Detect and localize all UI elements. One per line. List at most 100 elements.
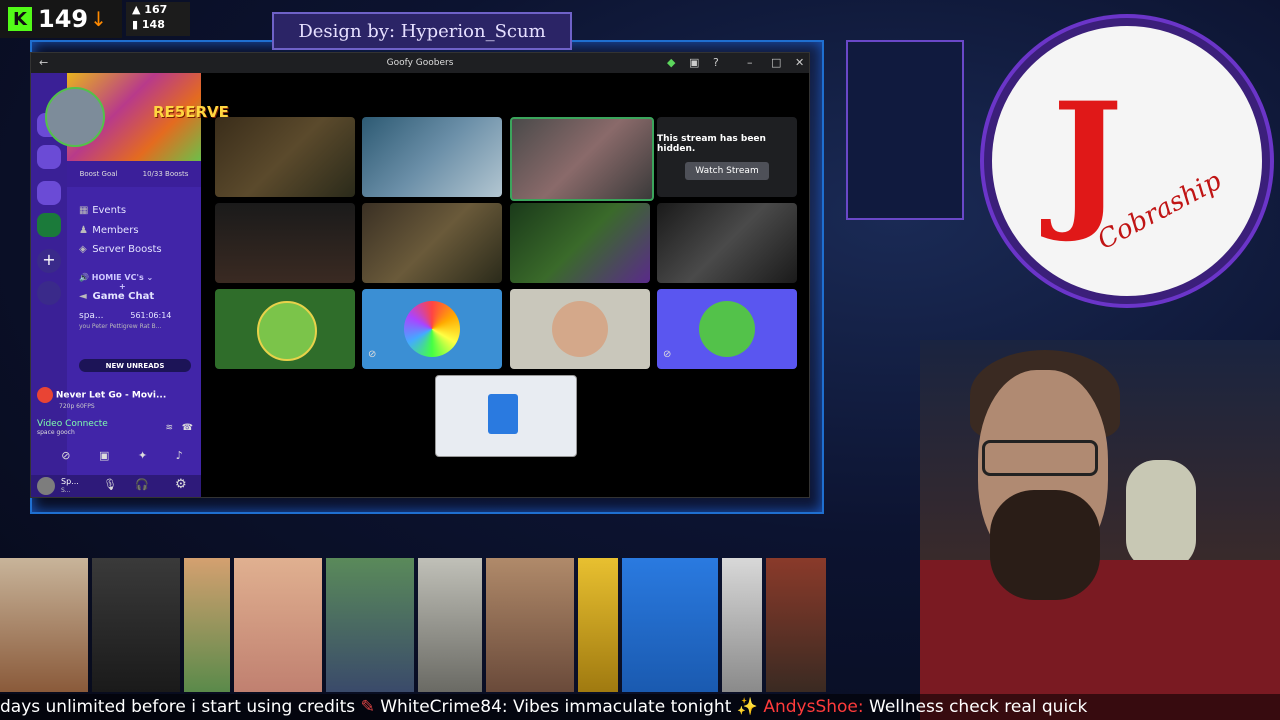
user-tile[interactable]	[510, 289, 650, 369]
activity-panel: Never Let Go - Movi... 720p 60FPS	[37, 387, 199, 413]
user-name: Sp...	[61, 477, 79, 486]
avatar[interactable]	[37, 477, 55, 495]
connection-title: Video Connecte	[37, 419, 108, 429]
connection-sub: space gooch	[37, 429, 75, 436]
voice-user-time: 561:06:14	[130, 311, 172, 320]
maximize-icon[interactable]: □	[771, 56, 781, 69]
user-tile[interactable]	[435, 375, 577, 457]
stream-tile-active[interactable]	[510, 117, 654, 201]
avatar	[404, 301, 460, 357]
settings-gear-icon[interactable]: ⚙	[175, 477, 187, 492]
voice-connection-panel: Video Connecte space gooch ≋ ☎	[37, 419, 199, 441]
add-server-icon[interactable]: +	[37, 249, 61, 273]
stream-tile[interactable]	[215, 117, 355, 197]
channel-members[interactable]: ♟ Members	[79, 225, 139, 236]
boost-icon: ◈	[79, 244, 87, 255]
avatar	[766, 558, 826, 692]
chat-ticker: days unlimited before i start using cred…	[0, 694, 1280, 720]
close-icon[interactable]: ✕	[795, 56, 804, 69]
user-tile[interactable]	[215, 289, 355, 369]
avatar	[326, 558, 414, 692]
minimize-icon[interactable]: –	[747, 56, 753, 69]
activity-title: Never Let Go - Movi...	[55, 390, 167, 401]
decorative-panel	[846, 40, 964, 220]
avatar-strip	[0, 558, 830, 692]
server-icon[interactable]	[37, 145, 61, 169]
document-speaker-icon	[488, 394, 518, 434]
sidebar: + RE5ERVE Boost Goal 10/33 Boosts ▦ Even…	[31, 73, 229, 497]
avatar	[699, 301, 755, 357]
chair	[1126, 460, 1196, 570]
new-unreads-button[interactable]: NEW UNREADS	[79, 359, 191, 372]
camera-off-icon[interactable]: ⊘	[61, 449, 70, 462]
kick-count: 149	[38, 5, 89, 33]
ticker-message: days unlimited before i start using cred…	[0, 697, 356, 717]
boost-progress: 10/33 Boosts	[142, 170, 189, 178]
mic-icon[interactable]: 🎙	[103, 478, 117, 491]
headset-icon[interactable]: 🎧	[135, 478, 149, 491]
channel-server-boosts[interactable]: ◈ Server Boosts	[79, 244, 162, 255]
design-credit: Design by: Hyperion_Scum	[272, 12, 572, 50]
stream-tile[interactable]	[510, 203, 650, 283]
hidden-stream-text: This stream has been hidden.	[657, 134, 766, 154]
user-status: S...	[61, 487, 71, 494]
stream-tile[interactable]	[215, 203, 355, 283]
boost-goal-bar[interactable]: Boost Goal 10/33 Boosts	[67, 161, 201, 187]
speaker-icon: ◄	[79, 291, 87, 302]
calendar-icon: ▦	[79, 205, 89, 216]
webcam-feed	[920, 340, 1280, 720]
user-tile[interactable]: ⊘	[657, 289, 797, 369]
nitro-icon[interactable]: ◆	[667, 56, 675, 69]
help-icon[interactable]: ?	[713, 56, 719, 69]
avatar	[45, 87, 105, 147]
noise-icon[interactable]: ≋	[165, 423, 173, 433]
server-icon[interactable]	[37, 181, 61, 205]
ticker-user: WhiteCrime84:	[380, 697, 508, 717]
voice-user[interactable]: spa... 561:06:14	[79, 311, 171, 321]
add-channel-icon[interactable]: +	[119, 282, 126, 291]
watch-stream-button[interactable]: Watch Stream	[685, 162, 769, 180]
chrome-icon	[37, 387, 53, 403]
members-icon: ♟	[79, 225, 88, 236]
stream-tile[interactable]	[362, 203, 502, 283]
server-icon[interactable]	[37, 213, 61, 237]
muted-icon: ⊘	[663, 349, 672, 360]
avatar	[234, 558, 322, 692]
stat-up: ▲ 167	[132, 3, 168, 16]
channel-logo: J Cobraship	[984, 18, 1270, 304]
stream-tile[interactable]	[657, 203, 797, 283]
avatar	[0, 558, 88, 692]
beard	[990, 490, 1100, 600]
discord-window: ← Goofy Goobers ◆ ▣ ? – □ ✕ + RE5ERVE Bo…	[30, 52, 810, 498]
kick-viewer-counter: K 149 ↓	[0, 0, 122, 38]
explore-icon[interactable]	[37, 281, 61, 305]
document-speaker-icon	[622, 558, 718, 692]
stat-down: ▮ 148	[132, 18, 165, 31]
avatar	[418, 558, 482, 692]
activities-icon[interactable]: ✦	[138, 449, 147, 462]
channel-events[interactable]: ▦ Events	[79, 205, 126, 216]
avatar	[92, 558, 180, 692]
activity-sub: 720p 60FPS	[59, 403, 95, 410]
ticker-user-highlight: AndysShoe:	[763, 697, 864, 717]
soundboard-icon[interactable]: ♪	[176, 449, 183, 462]
glasses	[982, 440, 1098, 476]
voice-actions: ⊘ ▣ ✦ ♪	[47, 449, 197, 462]
avatar	[552, 301, 608, 357]
screen-share-icon[interactable]: ▣	[99, 449, 109, 462]
avatar	[257, 301, 317, 361]
kick-icon: K	[8, 7, 32, 31]
stream-tile[interactable]	[362, 117, 502, 197]
voice-channel-game-chat[interactable]: ◄ Game Chat	[79, 291, 154, 302]
disconnect-icon[interactable]: ☎	[182, 423, 193, 433]
title-bar: ← Goofy Goobers ◆ ▣ ? – □ ✕	[31, 53, 809, 73]
user-tile[interactable]: ⊘	[362, 289, 502, 369]
avatar	[578, 558, 618, 692]
hidden-stream-tile[interactable]: This stream has been hidden. Watch Strea…	[657, 117, 797, 197]
user-panel: Sp... S... 🎙 🎧 ⚙	[31, 475, 201, 497]
category-homie-vcs[interactable]: 🔊 HOMIE VC's ⌄ +	[79, 273, 201, 291]
boost-goal-label: Boost Goal	[79, 170, 118, 178]
inbox-icon[interactable]: ▣	[689, 56, 699, 69]
ticker-separator-icon: ✎	[360, 697, 375, 717]
muted-icon: ⊘	[368, 349, 377, 360]
